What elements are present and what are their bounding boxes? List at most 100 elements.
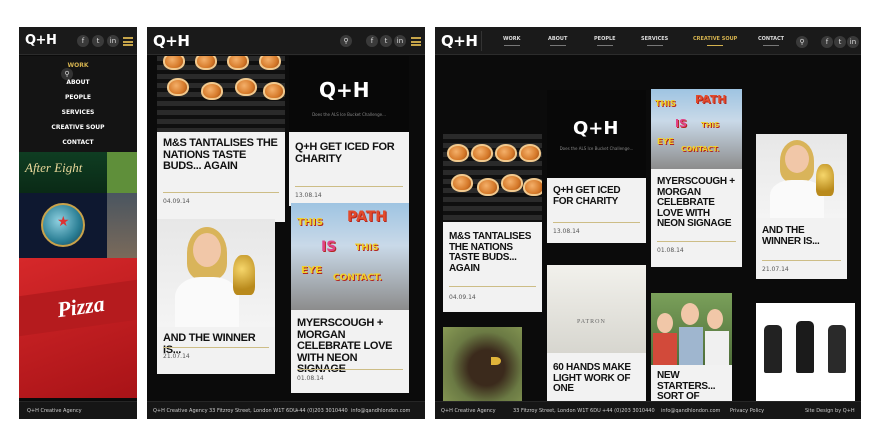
- post-title[interactable]: Q+H GET ICED FOR CHARITY: [553, 185, 640, 207]
- facebook-icon[interactable]: f: [821, 36, 833, 48]
- shrimp: [259, 56, 281, 70]
- ornament-tile[interactable]: ★: [19, 193, 107, 258]
- shrimp-image: [157, 56, 285, 132]
- facebook-icon[interactable]: f: [366, 35, 378, 47]
- post-title[interactable]: Q+H GET ICED FOR CHARITY: [295, 141, 403, 165]
- trophy: [233, 255, 255, 295]
- footer-email[interactable]: info@qandhlondon.com: [351, 408, 410, 414]
- pizza-tile[interactable]: Pizza: [19, 258, 137, 398]
- menu-item-services[interactable]: SERVICES: [19, 109, 137, 116]
- post-card-bottles[interactable]: [756, 303, 855, 401]
- iced-image-caption: Does the ALS Ice Bucket Challenge...: [312, 112, 386, 117]
- divider: [163, 192, 279, 193]
- shrimp: [195, 56, 217, 70]
- tile-green[interactable]: [107, 152, 137, 193]
- linkedin-icon[interactable]: in: [107, 35, 119, 47]
- shrimp-image: [443, 134, 542, 222]
- post-title[interactable]: MYERSCOUGH + MORGAN CELEBRATE LOVE WITH …: [657, 176, 736, 230]
- post-title[interactable]: AND THE WINNER IS...: [762, 225, 841, 247]
- desktop-header: Q+H WORK ABOUT PEOPLE SERVICES CREATIVE …: [435, 27, 861, 55]
- linkedin-icon[interactable]: in: [394, 35, 406, 47]
- twitter-icon[interactable]: t: [834, 36, 846, 48]
- mobile-header: Q+H f t in: [19, 27, 137, 55]
- menu-item-creative-soup[interactable]: CREATIVE SOUP: [19, 124, 137, 131]
- shrimp: [501, 174, 523, 192]
- footer-email[interactable]: info@qandhlondon.com: [661, 408, 720, 414]
- post-card-mgs[interactable]: M&S TANTALISES THE NATIONS TASTE BUDS...…: [443, 134, 542, 312]
- nav-about[interactable]: ABOUT: [548, 36, 567, 46]
- shrimp: [477, 178, 499, 196]
- nav-contact[interactable]: CONTACT: [758, 36, 784, 46]
- site-logo[interactable]: Q+H: [25, 33, 57, 48]
- nav-underline: [646, 45, 663, 46]
- divider: [553, 222, 640, 223]
- menu-item-people[interactable]: PEOPLE: [19, 94, 137, 101]
- site-logo[interactable]: Q+H: [153, 32, 190, 50]
- tile-person[interactable]: [107, 193, 137, 258]
- hamburger-menu-icon[interactable]: [411, 37, 421, 46]
- menu-item-about[interactable]: ABOUT: [19, 79, 137, 86]
- footer-address: 33 Fitzroy Street, London W1T 6DU: [513, 408, 601, 414]
- post-title[interactable]: MYERSCOUGH + MORGAN CELEBRATE LOVE WITH …: [297, 317, 403, 376]
- post-card-winner[interactable]: AND THE WINNER IS... 21.07.14: [157, 219, 275, 374]
- bottle: [828, 325, 846, 373]
- post-card-mgs[interactable]: M&S TANTALISES THE NATIONS TASTE BUDS...…: [157, 56, 285, 222]
- post-date: 01.08.14: [297, 375, 324, 382]
- post-card-iced[interactable]: Q+H Does the ALS Ice Bucket Challenge...…: [289, 56, 409, 206]
- footer-phone[interactable]: +44 (0)203 3010440: [602, 408, 655, 414]
- post-title[interactable]: NEW STARTERS... SORT OF: [657, 370, 726, 401]
- post-title[interactable]: 60 HANDS MAKE LIGHT WORK OF ONE: [553, 362, 640, 395]
- shrimp: [471, 144, 493, 162]
- post-card-winner[interactable]: AND THE WINNER IS... 21.07.14: [756, 134, 847, 279]
- nav-underline: [763, 45, 780, 46]
- nav-services[interactable]: SERVICES: [641, 36, 668, 46]
- post-date: 01.08.14: [657, 247, 684, 254]
- post-card-hawk[interactable]: [443, 327, 522, 401]
- after-eight-tile[interactable]: After Eight: [19, 152, 107, 193]
- menu-item-work[interactable]: WORK: [19, 62, 137, 69]
- twitter-icon[interactable]: t: [380, 35, 392, 47]
- mobile-view: Q+H f t in WORK ⚲ ABOUT PEOPLE SERVICES …: [19, 27, 137, 419]
- iced-image-logo: Q+H: [573, 118, 619, 139]
- post-title[interactable]: M&S TANTALISES THE NATIONS TASTE BUDS...…: [449, 231, 536, 274]
- neon-word: PATH: [347, 209, 387, 225]
- post-date: 21.07.14: [163, 353, 190, 360]
- site-logo[interactable]: Q+H: [441, 32, 478, 50]
- divider: [449, 286, 536, 287]
- post-card-iced[interactable]: Q+H Does the ALS Ice Bucket Challenge...…: [547, 90, 646, 243]
- search-icon[interactable]: ⚲: [796, 36, 808, 48]
- facebook-icon[interactable]: f: [77, 35, 89, 47]
- nav-creative-soup[interactable]: CREATIVE SOUP: [693, 36, 737, 46]
- shirt-red: [653, 333, 677, 365]
- post-card-myerscough[interactable]: THIS PATH IS THIS EYE CONTACT. MYERSCOUG…: [291, 203, 409, 393]
- shirt-white: [705, 331, 729, 365]
- shrimp: [167, 78, 189, 96]
- footer-privacy-link[interactable]: Privacy Policy: [730, 408, 764, 414]
- nav-work[interactable]: WORK: [503, 36, 521, 46]
- nav-underline: [549, 45, 566, 46]
- post-card-myerscough[interactable]: THIS PATH IS THIS EYE CONTACT. MYERSCOUG…: [651, 89, 742, 267]
- footer-phone[interactable]: +44 (0)203 3010440: [295, 408, 348, 414]
- shrimp: [201, 82, 223, 100]
- search-icon[interactable]: ⚲: [340, 35, 352, 47]
- iced-image-caption: Does the ALS Ice Bucket Challenge...: [559, 146, 634, 151]
- post-card-hands[interactable]: PATRON 60 HANDS MAKE LIGHT WORK OF ONE: [547, 265, 646, 401]
- nav-work-label: WORK: [503, 36, 521, 42]
- post-title[interactable]: M&S TANTALISES THE NATIONS TASTE BUDS...…: [163, 137, 279, 173]
- post-card-starters[interactable]: NEW STARTERS... SORT OF: [651, 293, 732, 401]
- hamburger-menu-icon[interactable]: [123, 37, 133, 46]
- linkedin-icon[interactable]: in: [847, 36, 859, 48]
- trophy: [816, 164, 834, 196]
- neon-word: IS: [675, 117, 688, 130]
- winner-image: [756, 134, 847, 218]
- footer-agency: Q+H Creative Agency: [441, 408, 496, 414]
- post-date: 04.09.14: [449, 294, 476, 301]
- star-icon: ★: [57, 213, 70, 229]
- hawk-image: [443, 327, 522, 401]
- twitter-icon[interactable]: t: [92, 35, 104, 47]
- starters-image: [651, 293, 732, 365]
- nav-people[interactable]: PEOPLE: [594, 36, 616, 46]
- menu-item-contact[interactable]: CONTACT: [19, 139, 137, 146]
- footer-credit[interactable]: Site Design by Q+H: [805, 408, 855, 414]
- face: [681, 303, 699, 325]
